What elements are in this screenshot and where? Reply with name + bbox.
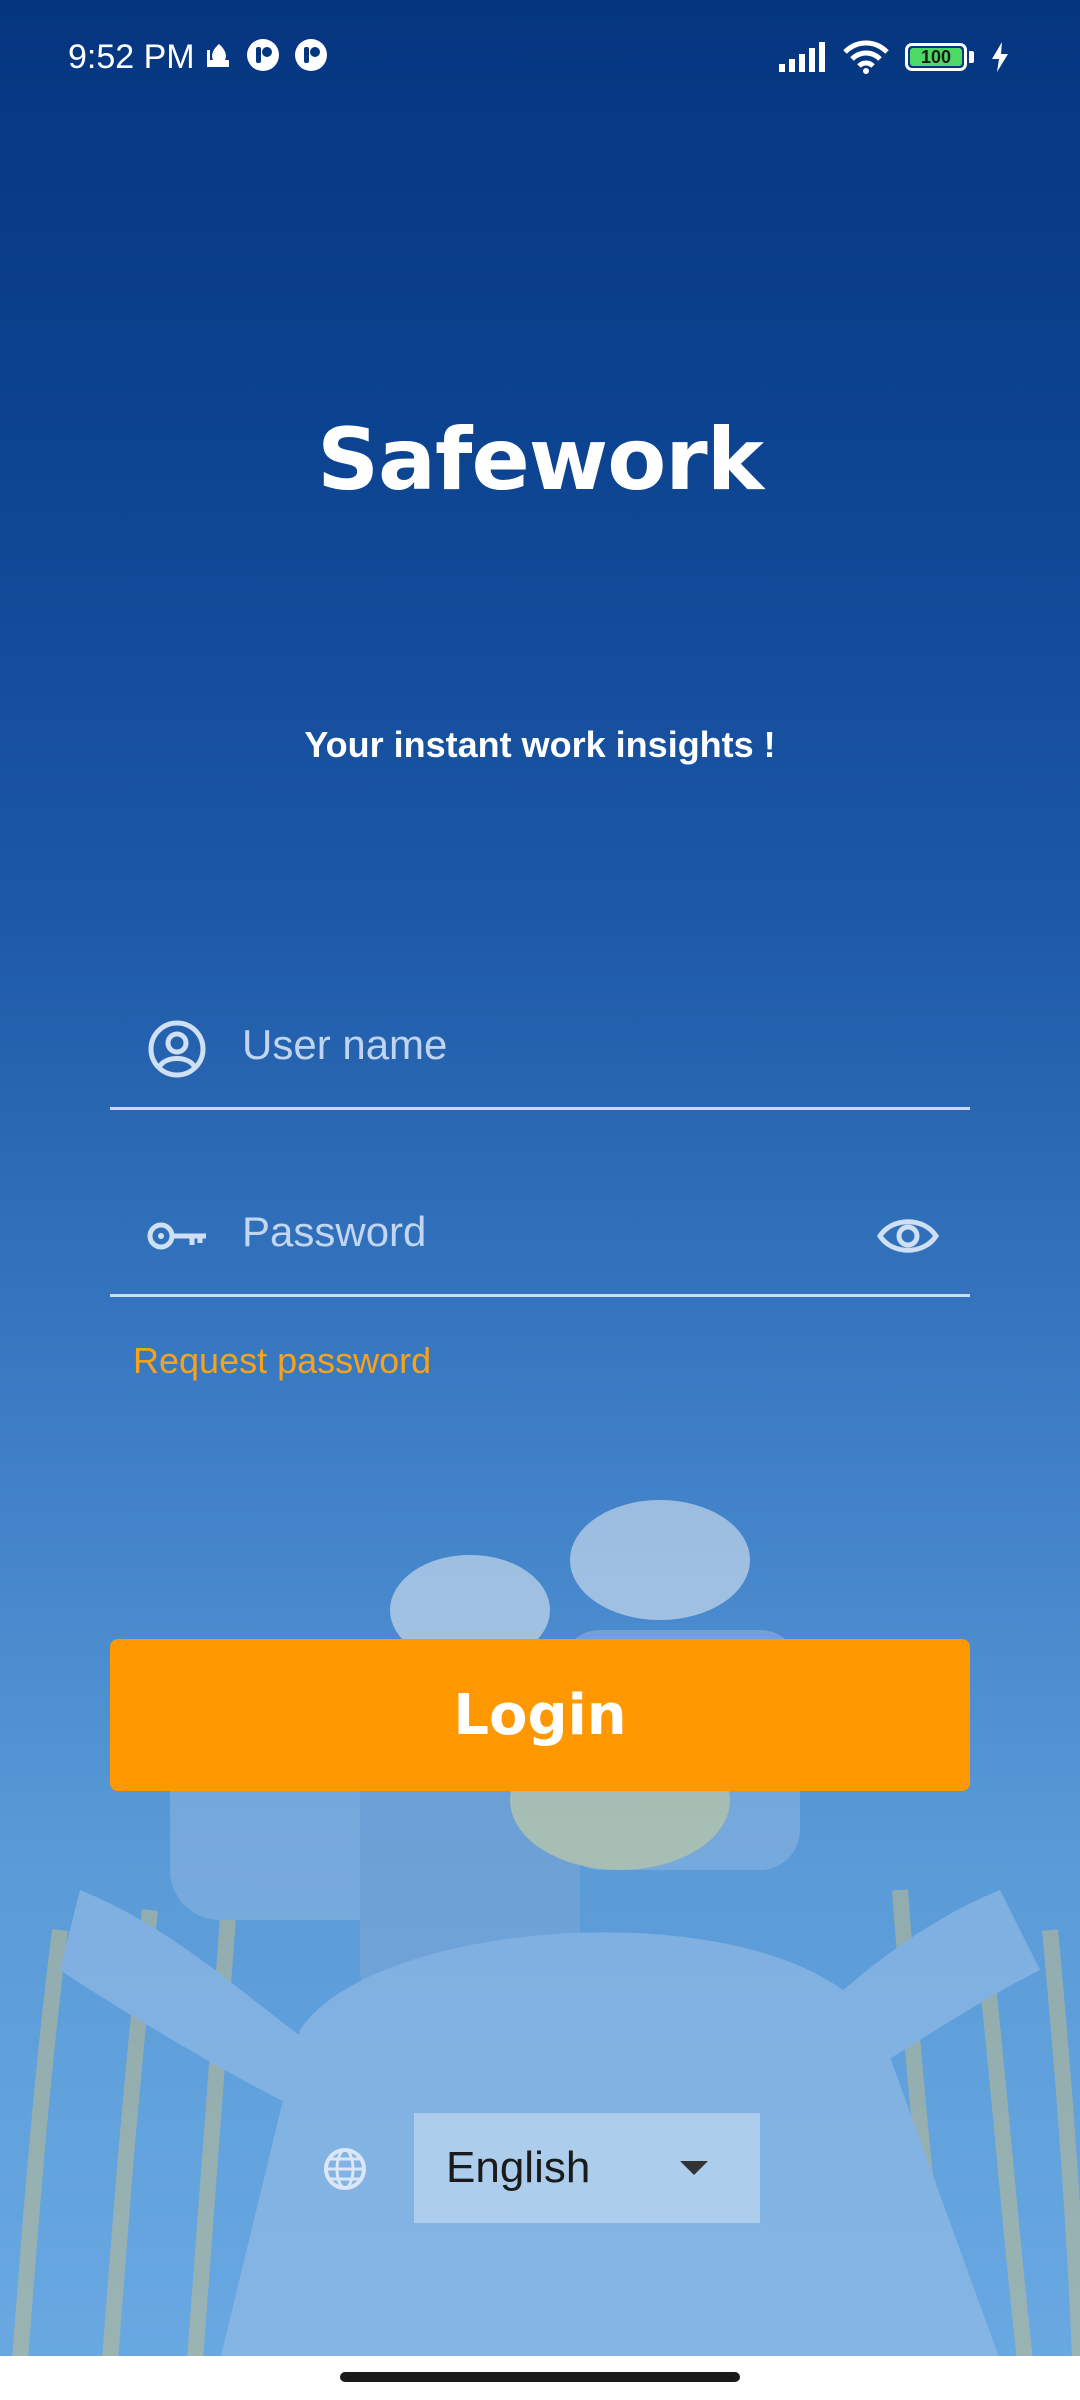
language-selector-row: English [0, 2113, 1080, 2223]
mosque-icon [207, 44, 229, 67]
key-icon [147, 1222, 206, 1250]
login-button[interactable]: Login [110, 1639, 970, 1791]
password-field[interactable] [110, 1197, 970, 1297]
login-screen: 9:52 PM 100 Safework Your instant work i… [0, 0, 1080, 2400]
show-password-icon[interactable] [876, 1211, 940, 1261]
battery-level: 100 [920, 46, 952, 67]
charging-icon [992, 42, 1008, 72]
navigation-bar [0, 2356, 1080, 2400]
status-time: 9:52 PM [68, 38, 195, 76]
signal-icon [779, 42, 825, 72]
system-icons: 100 [779, 40, 1010, 74]
globe-icon [324, 2148, 366, 2190]
language-selected: English [446, 2143, 591, 2192]
user-icon [148, 1020, 206, 1078]
password-input[interactable] [242, 1197, 842, 1267]
request-password-link[interactable]: Request password [133, 1340, 431, 1382]
language-dropdown[interactable]: English [414, 2113, 760, 2223]
username-field[interactable] [110, 1010, 970, 1110]
app-title: Safework [317, 410, 764, 510]
wifi-icon [843, 40, 889, 74]
home-indicator[interactable] [340, 2372, 740, 2382]
dropdown-arrow-icon [680, 2161, 708, 2175]
battery-icon: 100 [905, 43, 967, 71]
username-input[interactable] [242, 1010, 842, 1080]
app-notification-icon [295, 39, 327, 71]
status-bar: 9:52 PM 100 [0, 0, 1080, 120]
app-tagline: Your instant work insights ! [304, 724, 776, 765]
notification-icons [206, 38, 328, 72]
app-notification-icon [247, 39, 279, 71]
